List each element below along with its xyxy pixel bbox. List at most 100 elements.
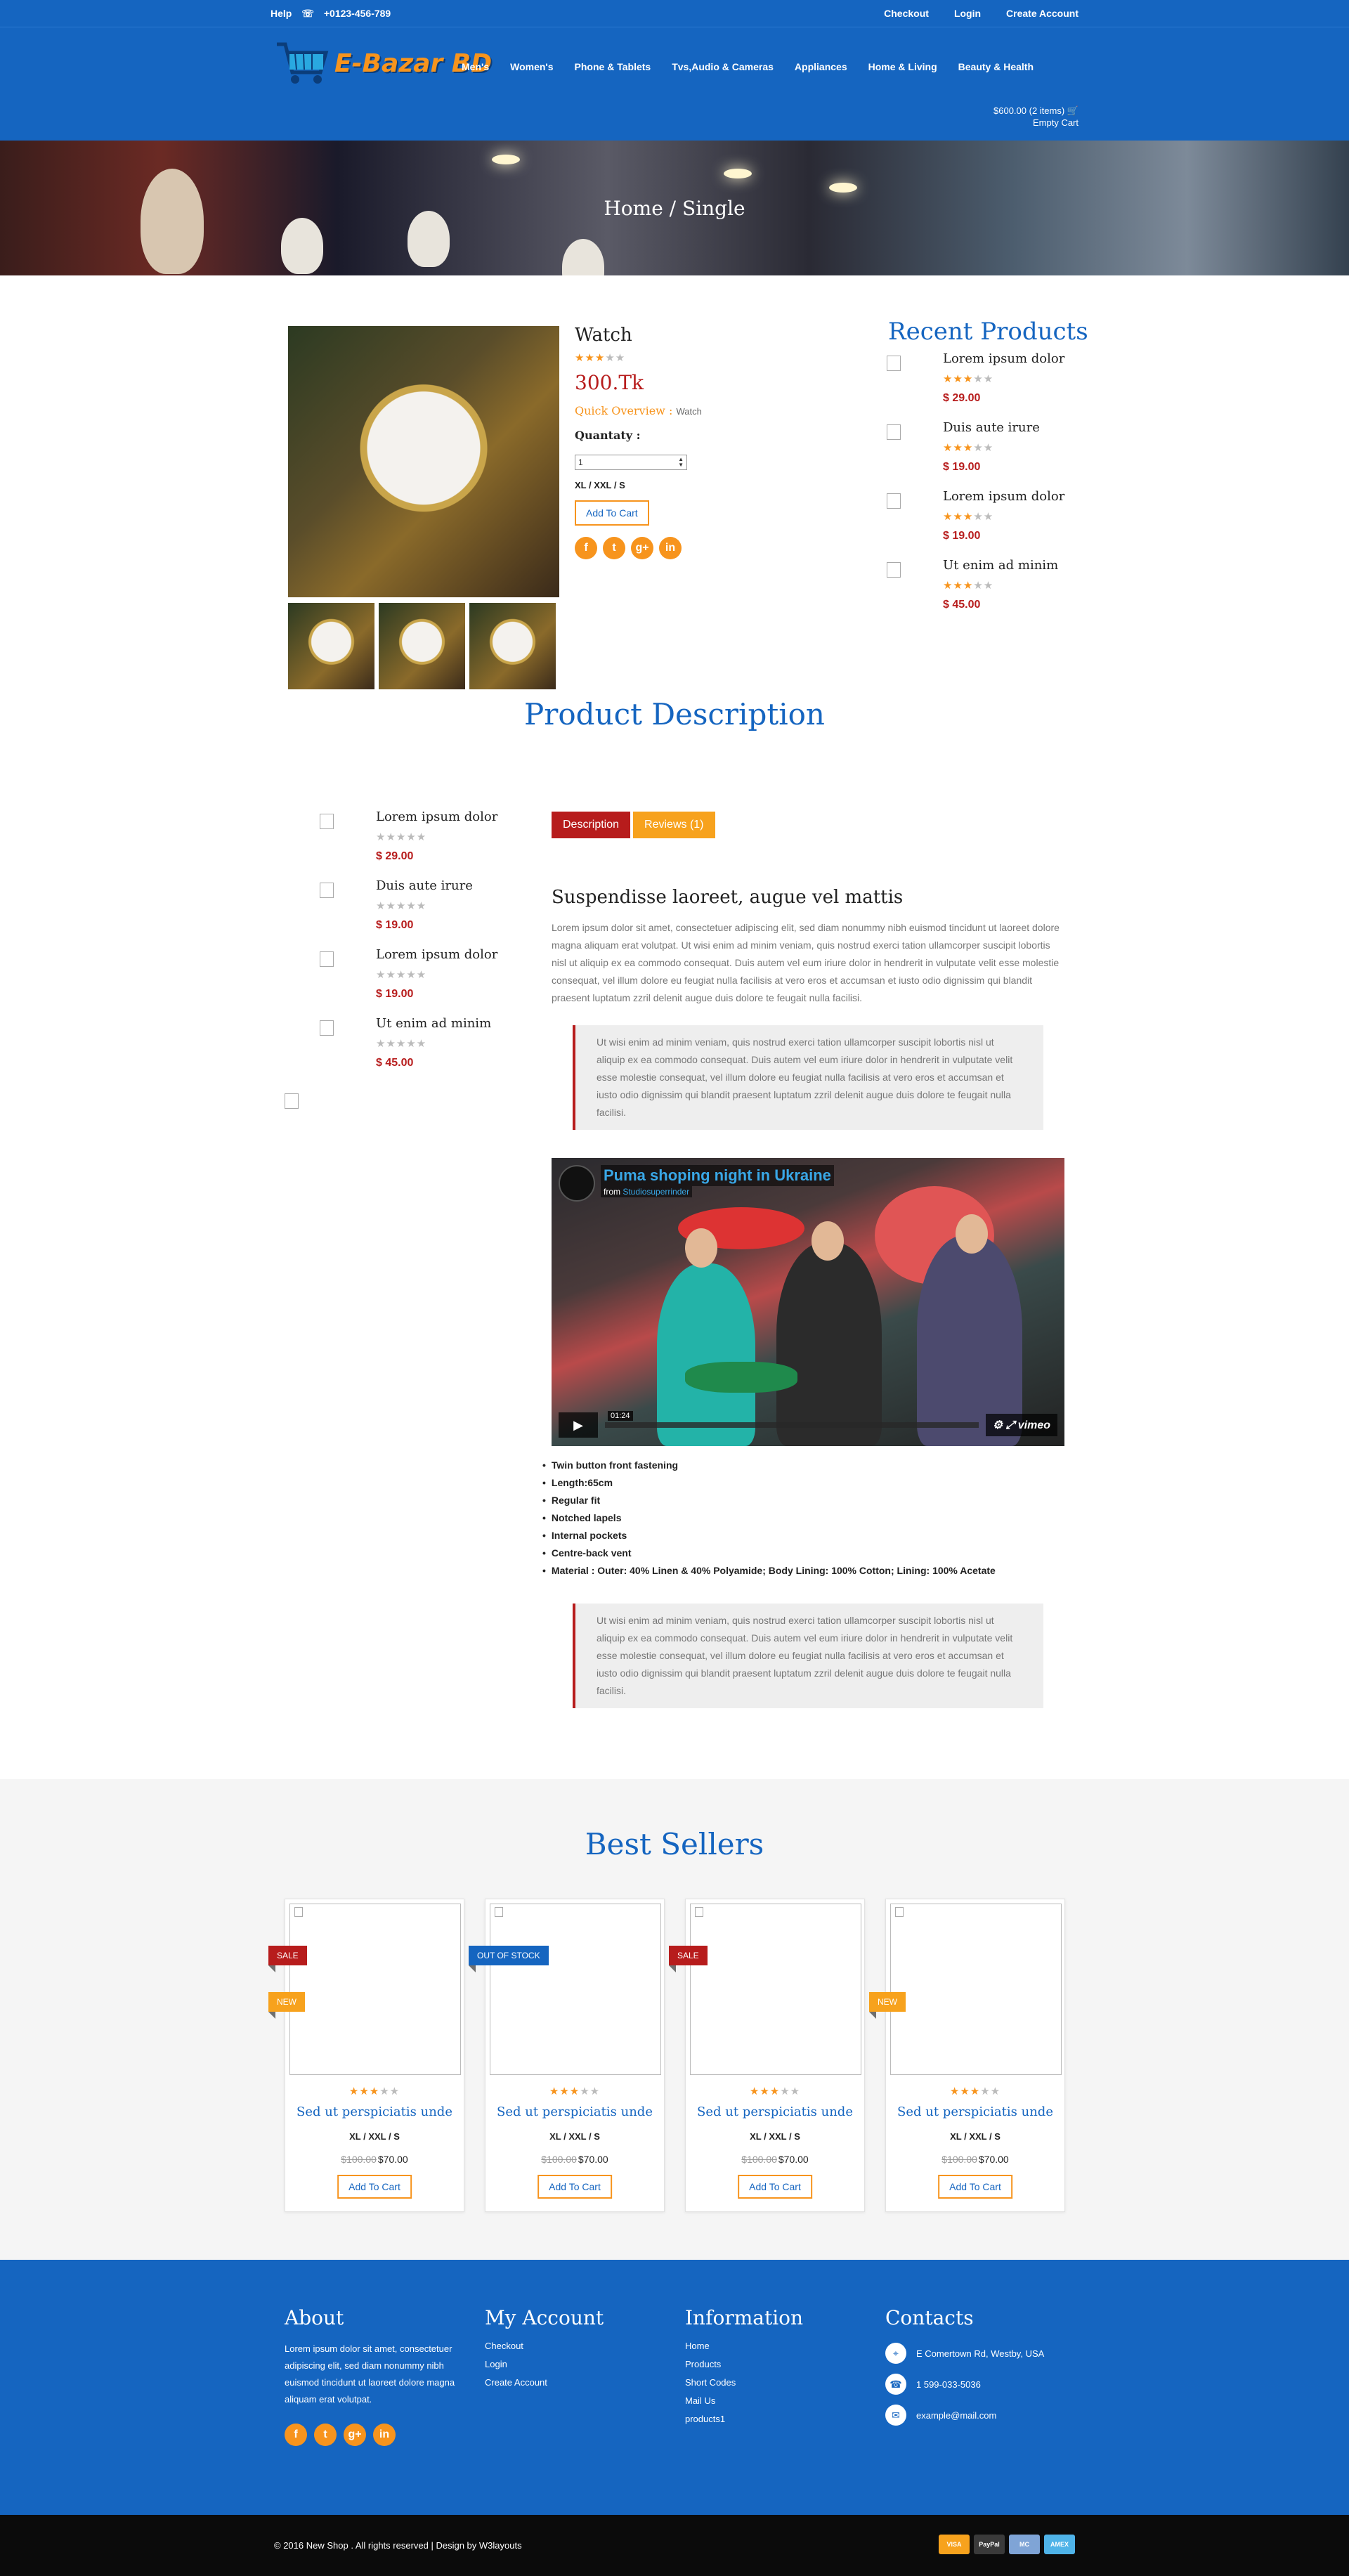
card-rating: ★★★★★ — [749, 2086, 801, 2097]
google-plus-icon[interactable]: g+ — [631, 537, 653, 559]
mini-cart[interactable]: $600.00 (2 items) 🛒 Empty Cart — [993, 105, 1078, 129]
footer-link-checkout[interactable]: Checkout — [485, 2341, 667, 2359]
card-old-price: $100.00 — [741, 2154, 777, 2165]
video-author[interactable]: Studiosuperrinder — [623, 1187, 689, 1197]
product-main-image[interactable] — [288, 326, 559, 597]
nav-phone-tablets[interactable]: Phone & Tablets — [575, 61, 651, 72]
site-logo[interactable]: E-Bazar BD — [274, 39, 492, 88]
card-title[interactable]: Sed ut perspiciatis unde — [686, 2105, 864, 2119]
create-account-link[interactable]: Create Account — [1006, 8, 1078, 19]
quantity-stepper[interactable]: 1 ▲ ▼ — [575, 455, 687, 470]
product-thumbnail[interactable] — [288, 603, 374, 689]
footer-about-text: Lorem ipsum dolor sit amet, consectetuer… — [285, 2343, 455, 2405]
card-add-to-cart-button[interactable]: Add To Cart — [337, 2175, 412, 2199]
product-card[interactable]: SALE NEW ★★★★★ Sed ut perspiciatis unde … — [268, 1899, 464, 2212]
product-card[interactable]: NEW ★★★★★ Sed ut perspiciatis unde XL / … — [869, 1899, 1065, 2212]
location-icon: ⌖ — [885, 2343, 906, 2364]
stepper-arrows-icon[interactable]: ▲ ▼ — [678, 457, 684, 468]
side-item[interactable]: Ut enim ad minim ★★★★★ $ 45.00 — [320, 1016, 516, 1084]
facebook-icon[interactable]: f — [285, 2424, 307, 2446]
quantity-value: 1 — [578, 457, 583, 467]
footer-link-products1[interactable]: products1 — [685, 2414, 868, 2432]
product-sizes: XL / XXL / S — [575, 480, 625, 490]
card-image[interactable] — [490, 1904, 661, 2075]
checkout-link[interactable]: Checkout — [884, 8, 929, 19]
side-item-name[interactable]: Ut enim ad minim — [376, 1016, 491, 1031]
footer-link-short-codes[interactable]: Short Codes — [685, 2377, 868, 2395]
linkedin-icon[interactable]: in — [373, 2424, 396, 2446]
card-title[interactable]: Sed ut perspiciatis unde — [886, 2105, 1064, 2119]
play-icon[interactable]: ▶ — [559, 1412, 598, 1438]
card-title[interactable]: Sed ut perspiciatis unde — [285, 2105, 464, 2119]
footer-link-products[interactable]: Products — [685, 2359, 868, 2377]
card-price: $100.00 $70.00 — [686, 2154, 864, 2165]
add-to-cart-button[interactable]: Add To Cart — [575, 500, 649, 526]
nav-appliances[interactable]: Appliances — [795, 61, 847, 72]
designer-link[interactable]: W3layouts — [479, 2540, 522, 2551]
login-link[interactable]: Login — [954, 8, 981, 19]
breadcrumb: Home / Single — [604, 197, 745, 220]
footer-link-home[interactable]: Home — [685, 2341, 868, 2359]
card-image[interactable] — [289, 1904, 461, 2075]
nav-mens[interactable]: Men's — [462, 61, 489, 72]
footer-link-mail-us[interactable]: Mail Us — [685, 2395, 868, 2414]
contact-email[interactable]: ✉ example@mail.com — [885, 2400, 1068, 2431]
tab-description[interactable]: Description — [552, 812, 631, 838]
product-thumbnail[interactable] — [469, 603, 556, 689]
card-add-to-cart-button[interactable]: Add To Cart — [537, 2175, 612, 2199]
help-link[interactable]: Help — [271, 8, 292, 19]
card-sizes: XL / XXL / S — [549, 2131, 600, 2142]
google-plus-icon[interactable]: g+ — [344, 2424, 366, 2446]
side-item-name[interactable]: Lorem ipsum dolor — [376, 947, 497, 962]
recent-item-name[interactable]: Duis aute irure — [943, 420, 1040, 435]
video-title[interactable]: Puma shoping night in Ukraine — [601, 1165, 834, 1186]
linkedin-icon[interactable]: in — [659, 537, 682, 559]
recent-item[interactable]: Lorem ipsum dolor ★★★★★ $ 19.00 — [887, 489, 1097, 557]
side-item-price: $ 45.00 — [376, 1057, 414, 1069]
tab-reviews[interactable]: Reviews (1) — [633, 812, 715, 838]
empty-cart-link[interactable]: Empty Cart — [993, 117, 1078, 129]
nav-home-living[interactable]: Home & Living — [868, 61, 937, 72]
recent-item-name[interactable]: Ut enim ad minim — [943, 558, 1058, 573]
card-image[interactable] — [890, 1904, 1062, 2075]
side-item-name[interactable]: Duis aute irure — [376, 878, 473, 893]
video-player[interactable]: Puma shoping night in Ukraine from Studi… — [552, 1158, 1064, 1446]
recent-item[interactable]: Duis aute irure ★★★★★ $ 19.00 — [887, 420, 1097, 488]
fullscreen-icon[interactable]: ⤢ — [1005, 1419, 1015, 1431]
product-thumbnail[interactable] — [379, 603, 465, 689]
card-add-to-cart-button[interactable]: Add To Cart — [738, 2175, 812, 2199]
card-title[interactable]: Sed ut perspiciatis unde — [485, 2105, 664, 2119]
quick-overview-value: Watch — [676, 406, 702, 417]
nav-beauty-health[interactable]: Beauty & Health — [958, 61, 1034, 72]
cart-total: $600.00 (2 items) — [993, 105, 1065, 116]
settings-icon[interactable]: ⚙ — [993, 1419, 1003, 1431]
recent-item-name[interactable]: Lorem ipsum dolor — [943, 489, 1064, 504]
card-add-to-cart-button[interactable]: Add To Cart — [938, 2175, 1012, 2199]
recent-item[interactable]: Ut enim ad minim ★★★★★ $ 45.00 — [887, 558, 1097, 625]
video-settings-fullscreen[interactable]: ⚙ ⤢ vimeo — [985, 1414, 1057, 1436]
side-item[interactable]: Duis aute irure ★★★★★ $ 19.00 — [320, 878, 516, 946]
best-sellers-section: Best Sellers SALE NEW ★★★★★ Sed ut persp… — [0, 1779, 1349, 2260]
recent-item-name[interactable]: Lorem ipsum dolor — [943, 351, 1064, 366]
side-item[interactable]: Lorem ipsum dolor ★★★★★ $ 29.00 — [320, 809, 516, 877]
footer-link-create-account[interactable]: Create Account — [485, 2377, 667, 2395]
twitter-icon[interactable]: t — [603, 537, 625, 559]
product-card[interactable]: SALE ★★★★★ Sed ut perspiciatis unde XL /… — [669, 1899, 865, 2212]
twitter-icon[interactable]: t — [314, 2424, 337, 2446]
nav-womens[interactable]: Women's — [510, 61, 553, 72]
footer-link-login[interactable]: Login — [485, 2359, 667, 2377]
video-progress-bar[interactable] — [605, 1422, 979, 1428]
vimeo-logo[interactable]: vimeo — [1018, 1419, 1050, 1431]
side-item-name[interactable]: Lorem ipsum dolor — [376, 809, 497, 824]
image-placeholder-icon — [887, 356, 901, 371]
product-card[interactable]: OUT OF STOCK ★★★★★ Sed ut perspiciatis u… — [469, 1899, 665, 2212]
channel-avatar[interactable] — [559, 1165, 595, 1202]
side-item[interactable]: Lorem ipsum dolor ★★★★★ $ 19.00 — [320, 947, 516, 1015]
feature-item: Material : Outer: 40% Linen & 40% Polyam… — [542, 1565, 996, 1582]
copyright-bar: © 2016 New Shop . All rights reserved | … — [0, 2515, 1349, 2576]
facebook-icon[interactable]: f — [575, 537, 597, 559]
card-image[interactable] — [690, 1904, 861, 2075]
card-sizes: XL / XXL / S — [950, 2131, 1001, 2142]
recent-item[interactable]: Lorem ipsum dolor ★★★★★ $ 29.00 — [887, 351, 1097, 419]
nav-tvs-audio-cameras[interactable]: Tvs,Audio & Cameras — [672, 61, 774, 72]
